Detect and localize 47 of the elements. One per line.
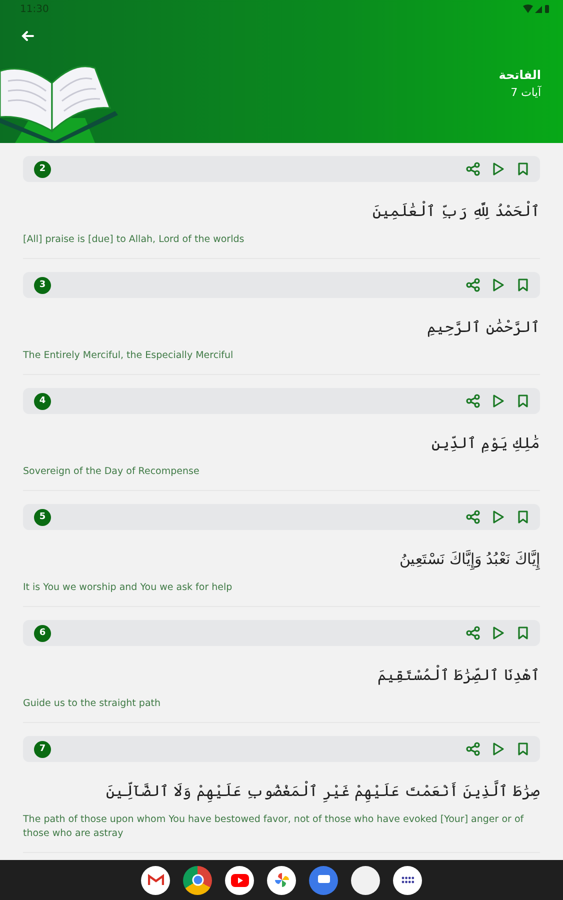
blank-app-icon[interactable]: [351, 866, 380, 894]
bookmark-icon[interactable]: [516, 394, 530, 408]
browser-app-icon[interactable]: [183, 866, 212, 894]
mail-app-icon[interactable]: [141, 866, 170, 894]
arabic-verse: صِرَٰطَ ٱلَّذِينَ أَنْعَمْتَ عَلَيْهِمْ غَيْرِ ٱلْمَغْضُوبِ عَلَيْهِمْ وَلَا ٱلضَّآلِّينَ: [23, 777, 540, 805]
verse-number: 6: [34, 624, 51, 642]
share-icon[interactable]: [466, 626, 480, 640]
bookmark-icon[interactable]: [516, 278, 530, 292]
share-icon[interactable]: [466, 510, 480, 524]
messages-app-icon[interactable]: [309, 866, 338, 894]
verse-translation: The path of those upon whom You have bestowed favor, not of those who have evoked [Your] anger or of those who are astray: [23, 813, 525, 841]
verse-translation: [All] praise is [due] to Allah, Lord of the worlds: [23, 233, 246, 247]
share-icon[interactable]: [466, 394, 480, 408]
play-icon[interactable]: [491, 162, 505, 176]
play-icon[interactable]: [491, 510, 505, 524]
bookmark-icon[interactable]: [516, 510, 530, 524]
arabic-verse: ٱهْدِنَا ٱلصِّرَٰطَ ٱلْمُسْتَقِيمَ: [376, 664, 540, 687]
verse-number: 3: [34, 276, 51, 294]
status-icons: [523, 4, 549, 14]
play-icon[interactable]: [491, 278, 505, 292]
play-icon[interactable]: [491, 394, 505, 408]
back-button[interactable]: [20, 28, 36, 44]
arabic-verse: إِيَّاكَ نَعْبُدُ وَإِيَّاكَ نَسْتَعِينُ: [398, 549, 540, 572]
verse-number: 7: [34, 740, 51, 758]
verse-count: 7 آيات: [510, 86, 541, 99]
verse-number: 4: [34, 392, 51, 410]
verse-translation: It is You we worship and You we ask for help: [23, 581, 234, 595]
bookmark-icon[interactable]: [516, 742, 530, 756]
share-icon[interactable]: [466, 162, 480, 176]
verse-translation: The Entirely Merciful, the Especially Merciful: [23, 349, 234, 363]
bookmark-icon[interactable]: [516, 162, 530, 176]
video-app-icon[interactable]: [225, 866, 254, 894]
share-icon[interactable]: [466, 278, 480, 292]
arabic-verse: ٱلرَّحْمَٰنِ ٱلرَّحِيمِ: [426, 317, 540, 339]
verse-number: 2: [34, 160, 51, 178]
surah-title: الفاتحة: [498, 68, 541, 82]
share-icon[interactable]: [466, 742, 480, 756]
bookmark-icon[interactable]: [516, 626, 530, 640]
verse-number: 5: [34, 508, 51, 526]
play-icon[interactable]: [491, 742, 505, 756]
verse-translation: Sovereign of the Day of Recompense: [23, 465, 200, 479]
arabic-verse: ٱلْحَمْدُ لِلَّهِ رَبِّ ٱلْعَٰلَمِينَ: [372, 200, 540, 222]
photos-app-icon[interactable]: [267, 866, 296, 894]
app-grid-icon[interactable]: [393, 866, 422, 894]
verse-translation: Guide us to the straight path: [23, 697, 162, 711]
play-icon[interactable]: [491, 626, 505, 640]
arabic-verse: مَٰلِكِ يَوْمِ ٱلدِّينِ: [430, 433, 540, 455]
